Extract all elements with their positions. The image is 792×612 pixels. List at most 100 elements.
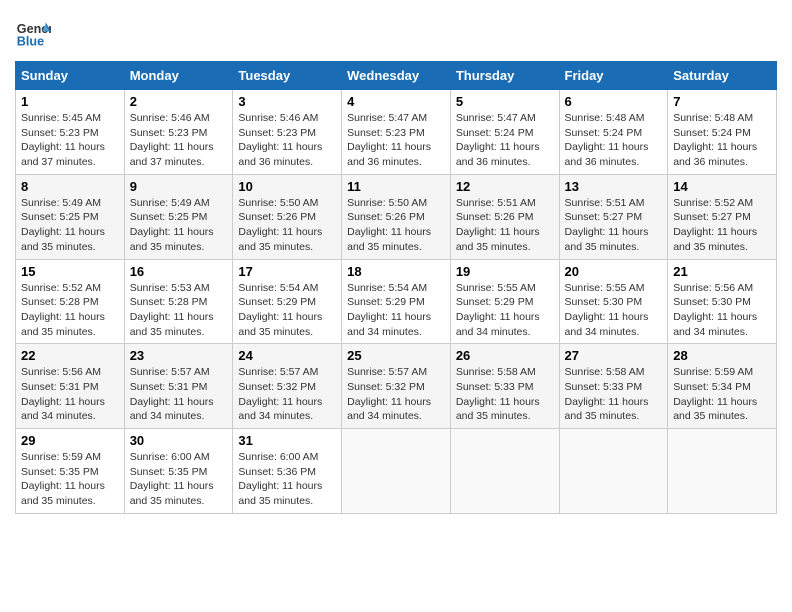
calendar-cell: 20 Sunrise: 5:55 AMSunset: 5:30 PMDaylig…: [559, 259, 668, 344]
calendar-cell: [342, 429, 451, 514]
day-info: Sunrise: 5:50 AMSunset: 5:26 PMDaylight:…: [238, 197, 322, 253]
calendar-cell: 7 Sunrise: 5:48 AMSunset: 5:24 PMDayligh…: [668, 90, 777, 175]
calendar-cell: 22 Sunrise: 5:56 AMSunset: 5:31 PMDaylig…: [16, 344, 125, 429]
calendar-cell: 29 Sunrise: 5:59 AMSunset: 5:35 PMDaylig…: [16, 429, 125, 514]
calendar-cell: 24 Sunrise: 5:57 AMSunset: 5:32 PMDaylig…: [233, 344, 342, 429]
day-number: 23: [130, 348, 228, 363]
day-number: 19: [456, 264, 554, 279]
calendar-cell: 12 Sunrise: 5:51 AMSunset: 5:26 PMDaylig…: [450, 174, 559, 259]
calendar-cell: 18 Sunrise: 5:54 AMSunset: 5:29 PMDaylig…: [342, 259, 451, 344]
day-info: Sunrise: 6:00 AMSunset: 5:35 PMDaylight:…: [130, 451, 214, 507]
calendar-cell: [668, 429, 777, 514]
day-number: 22: [21, 348, 119, 363]
calendar-cell: 13 Sunrise: 5:51 AMSunset: 5:27 PMDaylig…: [559, 174, 668, 259]
day-info: Sunrise: 5:46 AMSunset: 5:23 PMDaylight:…: [238, 112, 322, 168]
calendar-cell: 27 Sunrise: 5:58 AMSunset: 5:33 PMDaylig…: [559, 344, 668, 429]
day-info: Sunrise: 5:57 AMSunset: 5:32 PMDaylight:…: [238, 366, 322, 422]
day-number: 13: [565, 179, 663, 194]
day-number: 6: [565, 94, 663, 109]
svg-text:Blue: Blue: [17, 35, 44, 49]
calendar-cell: 5 Sunrise: 5:47 AMSunset: 5:24 PMDayligh…: [450, 90, 559, 175]
weekday-header-thursday: Thursday: [450, 62, 559, 90]
calendar-cell: 26 Sunrise: 5:58 AMSunset: 5:33 PMDaylig…: [450, 344, 559, 429]
day-number: 10: [238, 179, 336, 194]
day-number: 16: [130, 264, 228, 279]
day-info: Sunrise: 5:51 AMSunset: 5:27 PMDaylight:…: [565, 197, 649, 253]
day-info: Sunrise: 5:52 AMSunset: 5:27 PMDaylight:…: [673, 197, 757, 253]
day-info: Sunrise: 5:55 AMSunset: 5:30 PMDaylight:…: [565, 282, 649, 338]
day-number: 1: [21, 94, 119, 109]
calendar-cell: 28 Sunrise: 5:59 AMSunset: 5:34 PMDaylig…: [668, 344, 777, 429]
day-number: 21: [673, 264, 771, 279]
day-number: 28: [673, 348, 771, 363]
day-info: Sunrise: 5:54 AMSunset: 5:29 PMDaylight:…: [238, 282, 322, 338]
day-info: Sunrise: 5:58 AMSunset: 5:33 PMDaylight:…: [456, 366, 540, 422]
day-number: 2: [130, 94, 228, 109]
day-info: Sunrise: 5:52 AMSunset: 5:28 PMDaylight:…: [21, 282, 105, 338]
day-info: Sunrise: 5:58 AMSunset: 5:33 PMDaylight:…: [565, 366, 649, 422]
day-info: Sunrise: 5:59 AMSunset: 5:35 PMDaylight:…: [21, 451, 105, 507]
day-info: Sunrise: 5:57 AMSunset: 5:32 PMDaylight:…: [347, 366, 431, 422]
day-info: Sunrise: 5:47 AMSunset: 5:24 PMDaylight:…: [456, 112, 540, 168]
weekday-header-sunday: Sunday: [16, 62, 125, 90]
day-info: Sunrise: 5:51 AMSunset: 5:26 PMDaylight:…: [456, 197, 540, 253]
calendar-cell: [559, 429, 668, 514]
day-number: 27: [565, 348, 663, 363]
calendar-cell: 16 Sunrise: 5:53 AMSunset: 5:28 PMDaylig…: [124, 259, 233, 344]
day-info: Sunrise: 5:49 AMSunset: 5:25 PMDaylight:…: [21, 197, 105, 253]
calendar-cell: 10 Sunrise: 5:50 AMSunset: 5:26 PMDaylig…: [233, 174, 342, 259]
day-number: 9: [130, 179, 228, 194]
day-number: 12: [456, 179, 554, 194]
day-number: 8: [21, 179, 119, 194]
day-number: 29: [21, 433, 119, 448]
day-number: 31: [238, 433, 336, 448]
day-number: 20: [565, 264, 663, 279]
calendar-cell: 30 Sunrise: 6:00 AMSunset: 5:35 PMDaylig…: [124, 429, 233, 514]
calendar-cell: 8 Sunrise: 5:49 AMSunset: 5:25 PMDayligh…: [16, 174, 125, 259]
weekday-header-tuesday: Tuesday: [233, 62, 342, 90]
calendar-cell: 6 Sunrise: 5:48 AMSunset: 5:24 PMDayligh…: [559, 90, 668, 175]
day-number: 25: [347, 348, 445, 363]
day-info: Sunrise: 5:46 AMSunset: 5:23 PMDaylight:…: [130, 112, 214, 168]
logo: General Blue: [15, 15, 55, 51]
day-number: 4: [347, 94, 445, 109]
calendar: SundayMondayTuesdayWednesdayThursdayFrid…: [15, 61, 777, 514]
day-info: Sunrise: 6:00 AMSunset: 5:36 PMDaylight:…: [238, 451, 322, 507]
calendar-cell: 11 Sunrise: 5:50 AMSunset: 5:26 PMDaylig…: [342, 174, 451, 259]
calendar-cell: 3 Sunrise: 5:46 AMSunset: 5:23 PMDayligh…: [233, 90, 342, 175]
weekday-header-wednesday: Wednesday: [342, 62, 451, 90]
day-number: 18: [347, 264, 445, 279]
calendar-cell: 15 Sunrise: 5:52 AMSunset: 5:28 PMDaylig…: [16, 259, 125, 344]
calendar-cell: 17 Sunrise: 5:54 AMSunset: 5:29 PMDaylig…: [233, 259, 342, 344]
calendar-cell: 2 Sunrise: 5:46 AMSunset: 5:23 PMDayligh…: [124, 90, 233, 175]
calendar-cell: 21 Sunrise: 5:56 AMSunset: 5:30 PMDaylig…: [668, 259, 777, 344]
day-number: 26: [456, 348, 554, 363]
calendar-cell: 4 Sunrise: 5:47 AMSunset: 5:23 PMDayligh…: [342, 90, 451, 175]
day-info: Sunrise: 5:54 AMSunset: 5:29 PMDaylight:…: [347, 282, 431, 338]
weekday-header-saturday: Saturday: [668, 62, 777, 90]
day-info: Sunrise: 5:56 AMSunset: 5:31 PMDaylight:…: [21, 366, 105, 422]
day-number: 11: [347, 179, 445, 194]
weekday-header-friday: Friday: [559, 62, 668, 90]
day-info: Sunrise: 5:45 AMSunset: 5:23 PMDaylight:…: [21, 112, 105, 168]
calendar-cell: 9 Sunrise: 5:49 AMSunset: 5:25 PMDayligh…: [124, 174, 233, 259]
day-info: Sunrise: 5:53 AMSunset: 5:28 PMDaylight:…: [130, 282, 214, 338]
day-number: 15: [21, 264, 119, 279]
day-info: Sunrise: 5:48 AMSunset: 5:24 PMDaylight:…: [673, 112, 757, 168]
calendar-cell: 25 Sunrise: 5:57 AMSunset: 5:32 PMDaylig…: [342, 344, 451, 429]
calendar-cell: 23 Sunrise: 5:57 AMSunset: 5:31 PMDaylig…: [124, 344, 233, 429]
day-number: 5: [456, 94, 554, 109]
day-info: Sunrise: 5:57 AMSunset: 5:31 PMDaylight:…: [130, 366, 214, 422]
calendar-cell: 1 Sunrise: 5:45 AMSunset: 5:23 PMDayligh…: [16, 90, 125, 175]
day-number: 7: [673, 94, 771, 109]
day-info: Sunrise: 5:47 AMSunset: 5:23 PMDaylight:…: [347, 112, 431, 168]
day-number: 30: [130, 433, 228, 448]
calendar-cell: 19 Sunrise: 5:55 AMSunset: 5:29 PMDaylig…: [450, 259, 559, 344]
weekday-header-monday: Monday: [124, 62, 233, 90]
calendar-cell: 31 Sunrise: 6:00 AMSunset: 5:36 PMDaylig…: [233, 429, 342, 514]
day-info: Sunrise: 5:48 AMSunset: 5:24 PMDaylight:…: [565, 112, 649, 168]
day-info: Sunrise: 5:59 AMSunset: 5:34 PMDaylight:…: [673, 366, 757, 422]
calendar-cell: [450, 429, 559, 514]
day-number: 17: [238, 264, 336, 279]
day-number: 3: [238, 94, 336, 109]
